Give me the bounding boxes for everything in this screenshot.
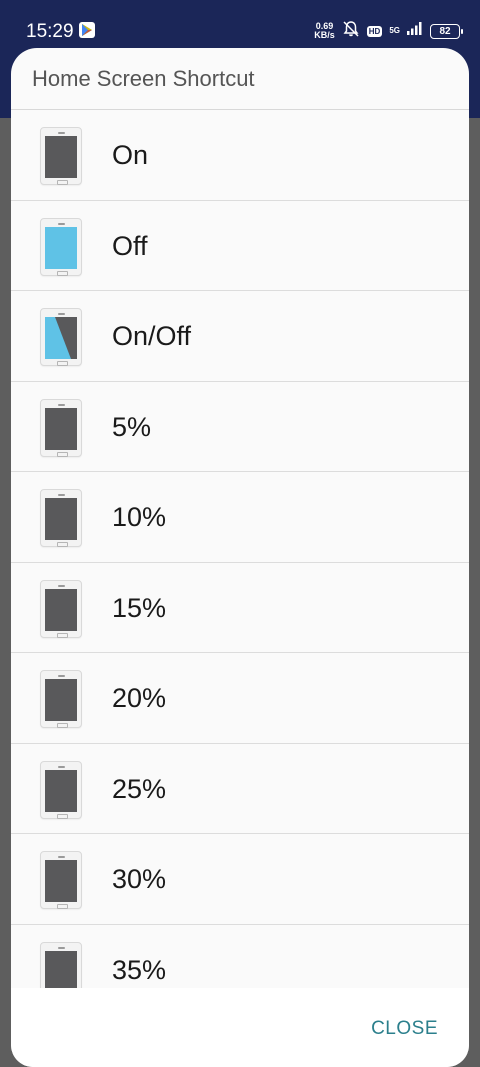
list-item-label: On <box>112 140 149 170</box>
dialog-title: Home Screen Shortcut <box>11 48 469 110</box>
list-item-10-percent[interactable]: 10% <box>11 472 469 563</box>
list-item-label: 25% <box>112 773 167 804</box>
list-item-5-percent[interactable]: 5% <box>11 382 469 472</box>
status-icons: 0.69 KB/s HD 5G 82 <box>314 20 463 43</box>
list-item-15-percent[interactable]: 15% <box>11 563 469 653</box>
shortcut-list[interactable]: On Off On/Off 5% 10% 15% 20% 25% 30% 35% <box>11 110 469 988</box>
list-item-off[interactable]: Off <box>11 201 469 291</box>
phone-screen-on-icon <box>40 398 82 457</box>
list-item-20-percent[interactable]: 20% <box>11 653 469 744</box>
network-speed: 0.69 KB/s <box>314 22 335 40</box>
list-item-label: 20% <box>112 683 167 713</box>
list-item-label: 30% <box>112 864 167 894</box>
network-type: 5G <box>389 26 400 35</box>
phone-screen-toggle-icon <box>40 308 82 366</box>
list-item-25-percent[interactable]: 25% <box>11 744 469 834</box>
list-item-35-percent[interactable]: 35% <box>11 925 469 988</box>
list-item-label: 35% <box>112 954 167 985</box>
list-item-30-percent[interactable]: 30% <box>11 834 469 925</box>
close-button[interactable]: CLOSE <box>371 1018 438 1040</box>
list-item-label: 5% <box>112 411 152 442</box>
list-item-label: On/Off <box>112 321 192 351</box>
hd-badge: HD <box>366 25 383 37</box>
shortcut-dialog: Home Screen Shortcut On Off On/Off 5% 10… <box>11 48 469 1067</box>
phone-screen-on-icon <box>40 670 82 728</box>
phone-screen-on-icon <box>40 941 82 988</box>
phone-screen-on-icon <box>40 127 82 185</box>
bell-muted-icon <box>342 20 360 43</box>
list-item-on[interactable]: On <box>11 110 469 201</box>
list-item-on-off[interactable]: On/Off <box>11 291 469 382</box>
list-item-label: 10% <box>112 502 167 532</box>
network-speed-unit: KB/s <box>314 30 335 40</box>
play-store-icon <box>79 22 95 38</box>
phone-screen-off-icon <box>40 217 82 276</box>
phone-screen-on-icon <box>40 851 82 909</box>
dialog-footer: CLOSE <box>11 988 469 1067</box>
phone-screen-on-icon <box>40 579 82 638</box>
status-time: 15:29 <box>26 21 74 42</box>
battery-indicator: 82 <box>430 23 463 39</box>
phone-screen-on-icon <box>40 489 82 547</box>
phone-screen-on-icon <box>40 760 82 819</box>
signal-icon <box>407 22 423 40</box>
list-item-label: Off <box>112 230 148 261</box>
list-item-label: 15% <box>112 592 167 623</box>
